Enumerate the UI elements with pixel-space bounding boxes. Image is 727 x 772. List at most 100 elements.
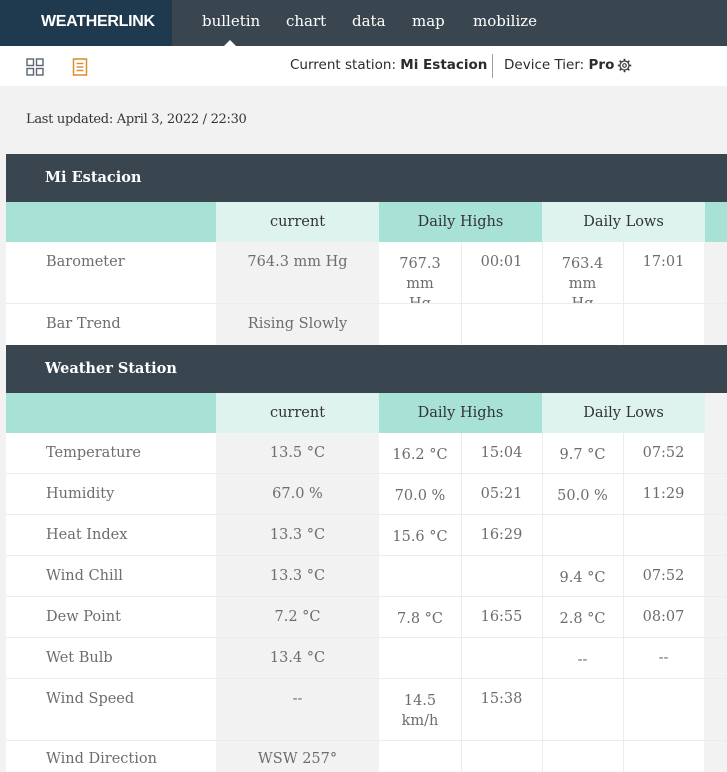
daily-low-time: [623, 741, 704, 772]
cell-divider: [461, 515, 462, 556]
cell-divider: [623, 638, 624, 679]
nav-mobilize[interactable]: mobilize: [473, 12, 537, 30]
column-header-daily-highs: Daily Highs: [379, 202, 542, 242]
nav-chart[interactable]: chart: [286, 12, 326, 30]
row-label: Wind Chill: [6, 556, 216, 597]
daily-high-time: 05:21: [461, 474, 542, 515]
cell-divider: [461, 741, 462, 772]
current-station-name[interactable]: Mi Estacion: [400, 57, 487, 73]
cell-divider: [461, 597, 462, 638]
daily-high-value: [379, 304, 461, 345]
device-tier-value: Pro: [588, 57, 615, 73]
current-value: 67.0 %: [216, 474, 379, 515]
daily-high-time: 15:38: [461, 679, 542, 741]
brand-logo[interactable]: WEATHERLINK: [0, 0, 172, 46]
column-header-blank: [6, 393, 216, 433]
daily-high-time: 16:29: [461, 515, 542, 556]
daily-low-value: 2.8 °C: [542, 597, 623, 638]
cell-divider: [623, 515, 624, 556]
nav-bulletin[interactable]: bulletin: [202, 12, 260, 30]
current-value: --: [216, 679, 379, 741]
daily-low-value: [542, 304, 623, 345]
column-header-extra: [705, 202, 727, 242]
daily-low-value: [542, 679, 623, 741]
daily-high-value: 767.3 mm Hg: [379, 242, 461, 312]
daily-high-value: 14.5 km/h: [379, 679, 461, 741]
cell-divider: [542, 242, 543, 304]
row-label: Bar Trend: [6, 304, 216, 345]
current-station: Current station: Mi Estacion: [290, 57, 487, 73]
cell-divider: [542, 304, 543, 345]
daily-low-value: 9.4 °C: [542, 556, 623, 597]
daily-low-time: [623, 304, 704, 345]
cell-divider: [623, 597, 624, 638]
cell-divider: [461, 474, 462, 515]
row-label: Heat Index: [6, 515, 216, 556]
daily-low-time: 08:07: [623, 597, 704, 638]
daily-high-time: [461, 304, 542, 345]
grid-view-icon[interactable]: [26, 58, 44, 76]
daily-low-time: [623, 515, 704, 556]
current-value: Rising Slowly: [216, 304, 379, 345]
table-row: Wet Bulb 13.4 °C -- --: [6, 638, 727, 679]
daily-low-time: --: [623, 638, 704, 679]
daily-high-time: [461, 741, 542, 772]
daily-low-value: [542, 515, 623, 556]
daily-high-value: [379, 556, 461, 597]
current-value: WSW 257°: [216, 741, 379, 772]
document-view-icon[interactable]: [72, 58, 88, 76]
daily-low-value: 50.0 %: [542, 474, 623, 515]
section-header-mi-estacion: Mi Estacion: [6, 154, 727, 202]
top-navigation-bar: WEATHERLINK bulletin chart data map mobi…: [0, 0, 727, 46]
cell-divider: [623, 242, 624, 304]
daily-high-value: 16.2 °C: [379, 433, 461, 474]
current-value: 13.4 °C: [216, 638, 379, 679]
gear-icon[interactable]: [617, 58, 632, 73]
daily-high-value: 70.0 %: [379, 474, 461, 515]
current-value: 13.5 °C: [216, 433, 379, 474]
table-row: Wind Speed -- 14.5 km/h 15:38: [6, 679, 727, 741]
nav-map[interactable]: map: [412, 12, 445, 30]
cell-divider: [542, 556, 543, 597]
nav-data[interactable]: data: [352, 12, 386, 30]
last-updated: Last updated: April 3, 2022 / 22:30: [26, 112, 247, 127]
daily-low-value: --: [542, 638, 623, 679]
device-tier: Device Tier: Pro: [504, 57, 614, 73]
daily-high-value: 7.8 °C: [379, 597, 461, 638]
table-row: Bar Trend Rising Slowly: [6, 304, 727, 345]
cell-divider: [623, 556, 624, 597]
row-label: Barometer: [6, 242, 216, 304]
divider: [492, 54, 493, 78]
current-value: 7.2 °C: [216, 597, 379, 638]
cell-divider: [542, 433, 543, 474]
station-subheader: Current station: Mi Estacion Device Tier…: [0, 46, 727, 86]
daily-low-value: 763.4 mm Hg: [542, 242, 623, 312]
cell-divider: [461, 679, 462, 741]
row-label: Dew Point: [6, 597, 216, 638]
row-label: Wind Direction: [6, 741, 216, 772]
cell-divider: [623, 304, 624, 345]
cell-divider: [623, 433, 624, 474]
cell-divider: [461, 556, 462, 597]
table-row: Wind Direction WSW 257°: [6, 741, 727, 772]
daily-low-time: 17:01: [623, 242, 704, 304]
table-row: Barometer 764.3 mm Hg 767.3 mm Hg 00:01 …: [6, 242, 727, 312]
cell-divider: [623, 474, 624, 515]
column-header-daily-highs: Daily Highs: [379, 393, 542, 433]
cell-divider: [542, 679, 543, 741]
daily-low-value: 9.7 °C: [542, 433, 623, 474]
daily-high-time: [461, 556, 542, 597]
row-label: Wet Bulb: [6, 638, 216, 679]
daily-high-value: 15.6 °C: [379, 515, 461, 556]
row-label: Wind Speed: [6, 679, 216, 741]
cell-divider: [461, 638, 462, 679]
column-header-current: current: [216, 202, 379, 242]
column-header-daily-lows: Daily Lows: [542, 393, 705, 433]
daily-high-time: 00:01: [461, 242, 542, 304]
bulletin-content: Last updated: April 3, 2022 / 22:30 Mi E…: [0, 86, 727, 772]
daily-high-time: 16:55: [461, 597, 542, 638]
row-label: Temperature: [6, 433, 216, 474]
current-value: 13.3 °C: [216, 556, 379, 597]
cell-divider: [623, 741, 624, 772]
daily-low-time: 07:52: [623, 556, 704, 597]
